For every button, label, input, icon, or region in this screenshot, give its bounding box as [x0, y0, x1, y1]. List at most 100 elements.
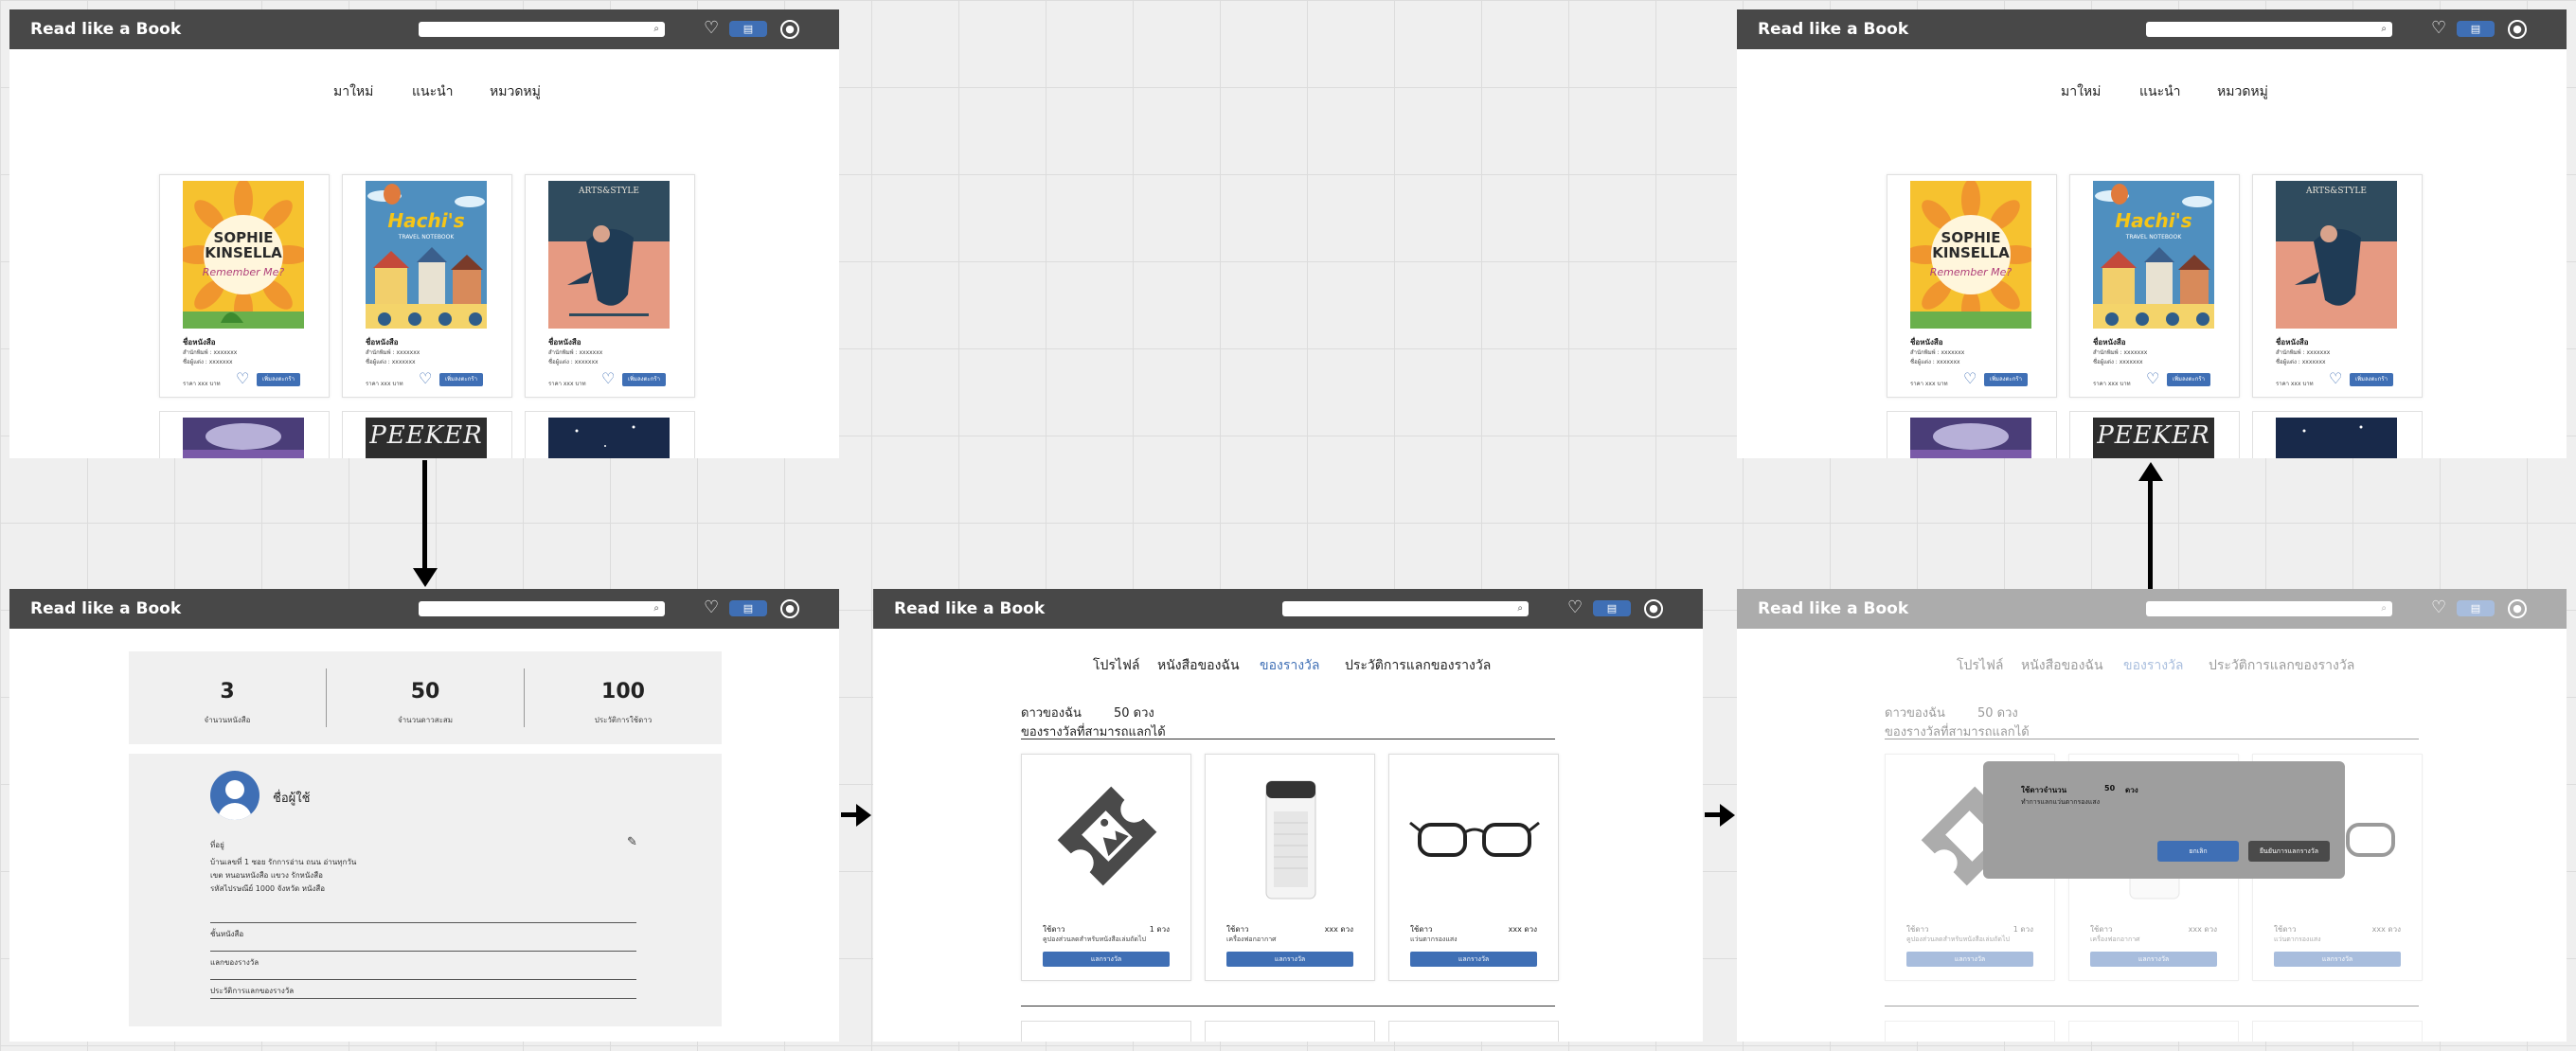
stat-books[interactable]: 3 จำนวนหนังสือ — [129, 651, 326, 744]
confirm-redeem-button[interactable]: ยืนยันการแลกรางวัล — [2248, 841, 2330, 862]
nav-new[interactable]: มาใหม่ — [333, 81, 373, 102]
profile-card: ชื่อผู้ใช้ ที่อยู่ บ้านเลขที่ 1 ซอย รักก… — [129, 754, 722, 1026]
book-cover[interactable] — [1910, 418, 2031, 458]
book-card[interactable]: Hachi's TRAVEL NOTEBOOK ชื่อหนังสือ สำนั… — [2069, 174, 2240, 398]
reward-card[interactable]: ใช้ดาว 1 ดวง คูปองส่วนลดสำหรับหนังสือเล่… — [1021, 754, 1191, 981]
search-icon[interactable]: ⌕ — [653, 24, 659, 35]
book-cover[interactable]: Hachi's TRAVEL NOTEBOOK — [366, 181, 487, 329]
add-to-cart-button[interactable]: เพิ่มลงตะกร้า — [257, 373, 300, 386]
nav-categories[interactable]: หมวดหมู่ — [2217, 81, 2268, 102]
rewards-frame: Read like a Book ⌕ ♡ ▤ ● โปรไฟล์ หนังสือ… — [873, 589, 1703, 1042]
nav-recommended[interactable]: แนะนำ — [2139, 81, 2181, 102]
search-icon[interactable]: ⌕ — [1517, 603, 1523, 615]
search-input[interactable]: ⌕ — [2146, 22, 2392, 37]
reward-card[interactable]: ใช้ดาว xxx ดวง เครื่องฟอกอากาศ แลกรางวัล — [1205, 754, 1375, 981]
book-cover[interactable]: PEEKER — [366, 418, 487, 458]
favorite-heart-icon[interactable]: ♡ — [2329, 370, 2342, 387]
book-card[interactable]: SOPHIE KINSELLA Remember Me? ชื่อหนังสือ… — [159, 174, 330, 398]
book-cover[interactable]: ARTS&STYLE — [548, 181, 670, 329]
flow-arrowhead — [413, 568, 438, 587]
book-card[interactable]: PEEKER — [342, 411, 512, 458]
reward-card — [1885, 1021, 2055, 1042]
add-to-cart-button[interactable]: เพิ่มลงตะกร้า — [439, 373, 483, 386]
reward-card[interactable]: ใช้ดาว xxx ดวง แว่นตากรองแสง แลกรางวัล — [1388, 754, 1559, 981]
book-price: ราคา xxx บาท — [2093, 381, 2131, 387]
search-input[interactable]: ⌕ — [419, 22, 665, 37]
book-card[interactable]: ARTS&STYLE ชื่อหนังสือ สำนักพิมพ์ : xxxx… — [525, 174, 695, 398]
book-cover[interactable] — [548, 418, 670, 458]
user-icon[interactable]: ● — [1644, 599, 1663, 618]
heart-icon[interactable]: ♡ — [2431, 18, 2446, 39]
book-card[interactable]: Hachi's TRAVEL NOTEBOOK ชื่อหนังสือ สำนั… — [342, 174, 512, 398]
user-icon[interactable]: ● — [2508, 20, 2527, 39]
avatar[interactable] — [210, 771, 259, 820]
reward-card[interactable] — [1021, 1021, 1191, 1042]
nav-categories[interactable]: หมวดหมู่ — [490, 81, 541, 102]
favorite-heart-icon[interactable]: ♡ — [419, 370, 432, 387]
edit-pencil-icon[interactable]: ✎ — [627, 835, 637, 849]
book-cover[interactable] — [183, 418, 304, 458]
search-input[interactable]: ⌕ — [419, 601, 665, 616]
book-card[interactable] — [2252, 411, 2423, 458]
stat-star-history[interactable]: 100 ประวัติการใช้ดาว — [525, 651, 722, 744]
tab-reward-history[interactable]: ประวัติการแลกของรางวัล — [1345, 655, 1491, 676]
stat-stars[interactable]: 50 จำนวนดาวสะสม — [327, 651, 524, 744]
book-cover[interactable]: SOPHIE KINSELLA Remember Me? — [1910, 181, 2031, 329]
cart-button[interactable]: ▤ — [729, 21, 767, 37]
brand-logo[interactable]: Read like a Book — [30, 599, 181, 618]
brand-logo[interactable]: Read like a Book — [1758, 20, 1908, 39]
search-icon[interactable]: ⌕ — [653, 603, 659, 615]
cancel-button[interactable]: ยกเลิก — [2157, 841, 2239, 862]
reward-card[interactable] — [1205, 1021, 1375, 1042]
heart-icon[interactable]: ♡ — [704, 597, 719, 618]
user-icon[interactable]: ● — [780, 599, 799, 618]
heart-icon[interactable]: ♡ — [1567, 597, 1583, 618]
favorite-heart-icon[interactable]: ♡ — [1963, 370, 1977, 387]
book-card[interactable]: PEEKER — [2069, 411, 2240, 458]
redeem-button[interactable]: แลกรางวัล — [1043, 952, 1170, 967]
redeem-button[interactable]: แลกรางวัล — [1226, 952, 1353, 967]
book-price: ราคา xxx บาท — [366, 381, 403, 387]
cart-button[interactable]: ▤ — [2457, 21, 2495, 37]
add-to-cart-button[interactable]: เพิ่มลงตะกร้า — [1984, 373, 2028, 386]
menu-bookshelf[interactable]: ชั้นหนังสือ — [210, 928, 243, 940]
book-card[interactable] — [159, 411, 330, 458]
cart-button[interactable]: ▤ — [1593, 600, 1631, 616]
tab-rewards[interactable]: ของรางวัล — [1260, 655, 1319, 676]
favorite-heart-icon[interactable]: ♡ — [601, 370, 615, 387]
book-cover[interactable]: Hachi's TRAVEL NOTEBOOK — [2093, 181, 2214, 329]
heart-icon[interactable]: ♡ — [704, 18, 719, 39]
book-cover[interactable]: ARTS&STYLE — [2276, 181, 2397, 329]
menu-reward-history[interactable]: ประวัติการแลกของรางวัล — [210, 985, 294, 997]
brand-logo[interactable]: Read like a Book — [30, 20, 181, 39]
add-to-cart-button[interactable]: เพิ่มลงตะกร้า — [2350, 373, 2393, 386]
book-cover[interactable] — [2276, 418, 2397, 458]
tab-profile[interactable]: โปรไฟล์ — [1093, 655, 1139, 676]
cart-button[interactable]: ▤ — [729, 600, 767, 616]
divider — [210, 979, 636, 980]
favorite-heart-icon[interactable]: ♡ — [236, 370, 249, 387]
top-bar: Read like a Book ⌕ ♡ ▤ ● — [1737, 9, 2567, 49]
book-cover[interactable]: PEEKER — [2093, 418, 2214, 458]
tab-my-books[interactable]: หนังสือของฉัน — [1157, 655, 1240, 676]
nav-recommended[interactable]: แนะนำ — [412, 81, 454, 102]
modal-stars-value: 50 — [2104, 784, 2116, 793]
redeem-button[interactable]: แลกรางวัล — [1410, 952, 1537, 967]
menu-redeem-reward[interactable]: แลกของรางวัล — [210, 956, 259, 969]
search-input[interactable]: ⌕ — [1282, 601, 1529, 616]
add-to-cart-button[interactable]: เพิ่มลงตะกร้า — [622, 373, 666, 386]
book-card[interactable] — [1887, 411, 2057, 458]
search-icon[interactable]: ⌕ — [2381, 24, 2387, 35]
add-to-cart-button[interactable]: เพิ่มลงตะกร้า — [2167, 373, 2210, 386]
book-card[interactable] — [525, 411, 695, 458]
nav-new[interactable]: มาใหม่ — [2061, 81, 2101, 102]
brand-logo[interactable]: Read like a Book — [894, 599, 1045, 618]
book-card[interactable]: ARTS&STYLE ชื่อหนังสือ สำนักพิมพ์ : xxxx… — [2252, 174, 2423, 398]
user-icon[interactable]: ● — [780, 20, 799, 39]
cover-title: SOPHIE KINSELLA — [205, 229, 282, 261]
book-cover[interactable]: SOPHIE KINSELLA Remember Me? — [183, 181, 304, 329]
reward-card[interactable] — [1388, 1021, 1559, 1042]
book-card[interactable]: SOPHIE KINSELLA Remember Me? ชื่อหนังสือ… — [1887, 174, 2057, 398]
reward-cost: 1 ดวง — [1149, 925, 1170, 934]
favorite-heart-icon[interactable]: ♡ — [2146, 370, 2159, 387]
